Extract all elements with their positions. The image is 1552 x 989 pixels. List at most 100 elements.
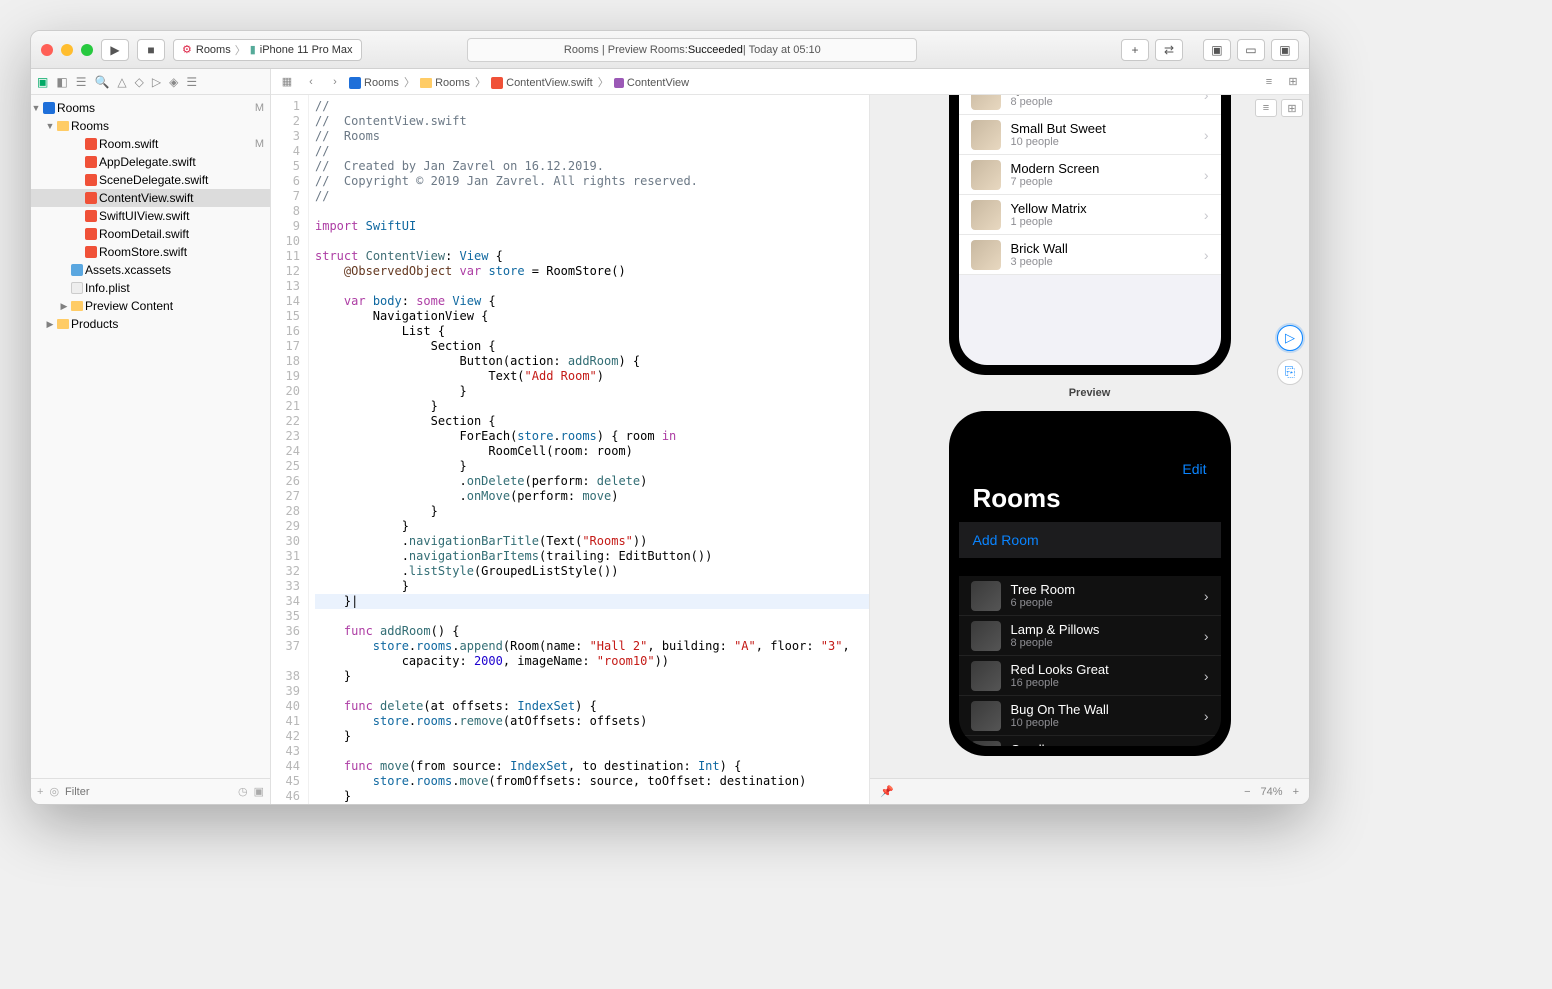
stop-button[interactable]: ■	[137, 39, 165, 61]
titlebar: ▶ ■ ⚙ Rooms 〉 ▮ iPhone 11 Pro Max Rooms …	[31, 31, 1309, 69]
room-title: Red Looks Great	[1011, 662, 1204, 677]
room-row[interactable]: Modern Screen7 people›	[959, 155, 1221, 195]
room-sub: 16 people	[1011, 677, 1204, 689]
add-file-button[interactable]: +	[37, 786, 43, 798]
tree-item[interactable]: RoomStore.swift	[31, 243, 270, 261]
tree-item[interactable]: Assets.xcassets	[31, 261, 270, 279]
scm-filter-icon[interactable]: ▣	[254, 785, 264, 798]
room-title: Lamp & Pillows	[1011, 622, 1204, 637]
room-title: Brick Wall	[1011, 241, 1204, 256]
room-title: Modern Screen	[1011, 161, 1204, 176]
room-row[interactable]: Queen Size8 people›	[959, 95, 1221, 115]
window-controls	[41, 44, 93, 56]
close-window[interactable]	[41, 44, 53, 56]
tree-item[interactable]: SwiftUIView.swift	[31, 207, 270, 225]
project-navigator-tab[interactable]: ▣	[37, 75, 48, 89]
pin-preview[interactable]: 📌	[880, 785, 894, 798]
toggle-debug-area[interactable]: ▭	[1237, 39, 1265, 61]
tree-item[interactable]: AppDelegate.swift	[31, 153, 270, 171]
code-content[interactable]: //// ContentView.swift// Rooms//// Creat…	[309, 95, 869, 804]
run-button[interactable]: ▶	[101, 39, 129, 61]
room-title: Small But Sweet	[1011, 121, 1204, 136]
canvas-toggle[interactable]: ⊞	[1281, 99, 1303, 117]
forward-button[interactable]: ›	[325, 76, 345, 88]
add-editor[interactable]: ⊞	[1283, 75, 1303, 88]
room-sub: 3 people	[1011, 256, 1204, 268]
filter-input[interactable]	[65, 786, 232, 798]
chevron-icon: ›	[1204, 588, 1209, 604]
room-sub: 10 people	[1011, 136, 1204, 148]
room-row[interactable]: Bug On The Wall10 people›	[959, 696, 1221, 736]
preview-canvas: ≡ ⊞ Candles12 people› Queen Size8 people›…	[869, 95, 1309, 804]
chevron-icon: ›	[1204, 247, 1209, 263]
room-row[interactable]: Lamp & Pillows8 people›	[959, 616, 1221, 656]
canvas-footer: 📌 − 74% +	[870, 778, 1309, 804]
room-thumb	[971, 621, 1001, 651]
recent-filter-icon[interactable]: ◷	[238, 785, 248, 798]
navigator-panel: ▣ ◧ ☰ 🔍 △ ◇ ▷ ◈ ☰ ▼RoomsM▼RoomsRoom.swif…	[31, 69, 271, 804]
breadcrumbs[interactable]: Rooms 〉 Rooms 〉 ContentView.swift 〉 Cont…	[349, 74, 689, 90]
back-button[interactable]: ‹	[301, 76, 321, 88]
scheme-project: Rooms	[196, 44, 231, 56]
room-row[interactable]: Tree Room6 people›	[959, 576, 1221, 616]
test-navigator-tab[interactable]: ◇	[135, 75, 144, 89]
zoom-out[interactable]: −	[1244, 786, 1250, 798]
room-sub: 6 people	[1011, 597, 1204, 609]
canvas-body: Candles12 people›Queen Size8 people›Smal…	[870, 95, 1309, 778]
duplicate-preview-button[interactable]: ⎘	[1277, 359, 1303, 385]
toggle-navigator[interactable]: ▣	[1203, 39, 1231, 61]
room-sub: 8 people	[1011, 637, 1204, 649]
toggle-inspectors[interactable]: ▣	[1271, 39, 1299, 61]
breakpoint-navigator-tab[interactable]: ◈	[169, 75, 178, 89]
symbol-navigator-tab[interactable]: ☰	[76, 75, 87, 89]
tree-item[interactable]: ▼Rooms	[31, 117, 270, 135]
source-control-tab[interactable]: ◧	[56, 75, 67, 89]
issue-navigator-tab[interactable]: △	[117, 75, 126, 89]
code-review-button[interactable]: ⇄	[1155, 39, 1183, 61]
live-preview-button[interactable]: ▷	[1277, 325, 1303, 351]
room-title: Bug On The Wall	[1011, 702, 1204, 717]
room-thumb	[971, 120, 1001, 150]
dark-phone-preview: EditRoomsAdd RoomTree Room6 people›Lamp …	[949, 411, 1231, 756]
room-row[interactable]: Yellow Matrix1 people›	[959, 195, 1221, 235]
report-navigator-tab[interactable]: ☰	[186, 75, 197, 89]
room-sub: 1 people	[1011, 216, 1204, 228]
debug-navigator-tab[interactable]: ▷	[152, 75, 161, 89]
preview-label: Preview	[1069, 387, 1111, 399]
tree-item[interactable]: ▼RoomsM	[31, 99, 270, 117]
tree-item[interactable]: ▶Preview Content	[31, 297, 270, 315]
tree-item[interactable]: RoomDetail.swift	[31, 225, 270, 243]
editor-options[interactable]: ≡	[1259, 76, 1279, 88]
edit-button[interactable]: Edit	[973, 461, 1207, 477]
chevron-icon: ›	[1204, 628, 1209, 644]
add-room-button[interactable]: Add Room	[959, 522, 1221, 558]
file-tree: ▼RoomsM▼RoomsRoom.swiftMAppDelegate.swif…	[31, 95, 270, 778]
zoom-in[interactable]: +	[1293, 786, 1299, 798]
tree-item[interactable]: Info.plist	[31, 279, 270, 297]
library-button[interactable]: +	[1121, 39, 1149, 61]
scheme-selector[interactable]: ⚙ Rooms 〉 ▮ iPhone 11 Pro Max	[173, 39, 362, 61]
zoom-window[interactable]	[81, 44, 93, 56]
room-row[interactable]: Brick Wall3 people›	[959, 235, 1221, 275]
scheme-device: iPhone 11 Pro Max	[260, 44, 353, 56]
minimize-window[interactable]	[61, 44, 73, 56]
filter-icon: ◎	[49, 785, 59, 798]
tree-item[interactable]: ▶Products	[31, 315, 270, 333]
room-thumb	[971, 661, 1001, 691]
find-navigator-tab[interactable]: 🔍	[94, 75, 109, 89]
canvas-options[interactable]: ≡	[1255, 99, 1277, 117]
room-thumb	[971, 240, 1001, 270]
tree-item[interactable]: Room.swiftM	[31, 135, 270, 153]
room-row[interactable]: Candles12 people›	[959, 736, 1221, 746]
tree-item[interactable]: SceneDelegate.swift	[31, 171, 270, 189]
room-row[interactable]: Small But Sweet10 people›	[959, 115, 1221, 155]
code-editor[interactable]: 1234567891011121314151617181920212223242…	[271, 95, 869, 804]
related-items[interactable]: ▦	[277, 75, 297, 88]
room-sub: 10 people	[1011, 717, 1204, 729]
room-title: Tree Room	[1011, 582, 1204, 597]
chevron-icon: ›	[1204, 127, 1209, 143]
tree-item[interactable]: ContentView.swift	[31, 189, 270, 207]
line-gutter: 1234567891011121314151617181920212223242…	[271, 95, 309, 804]
room-row[interactable]: Red Looks Great16 people›	[959, 656, 1221, 696]
room-sub: 8 people	[1011, 96, 1204, 108]
